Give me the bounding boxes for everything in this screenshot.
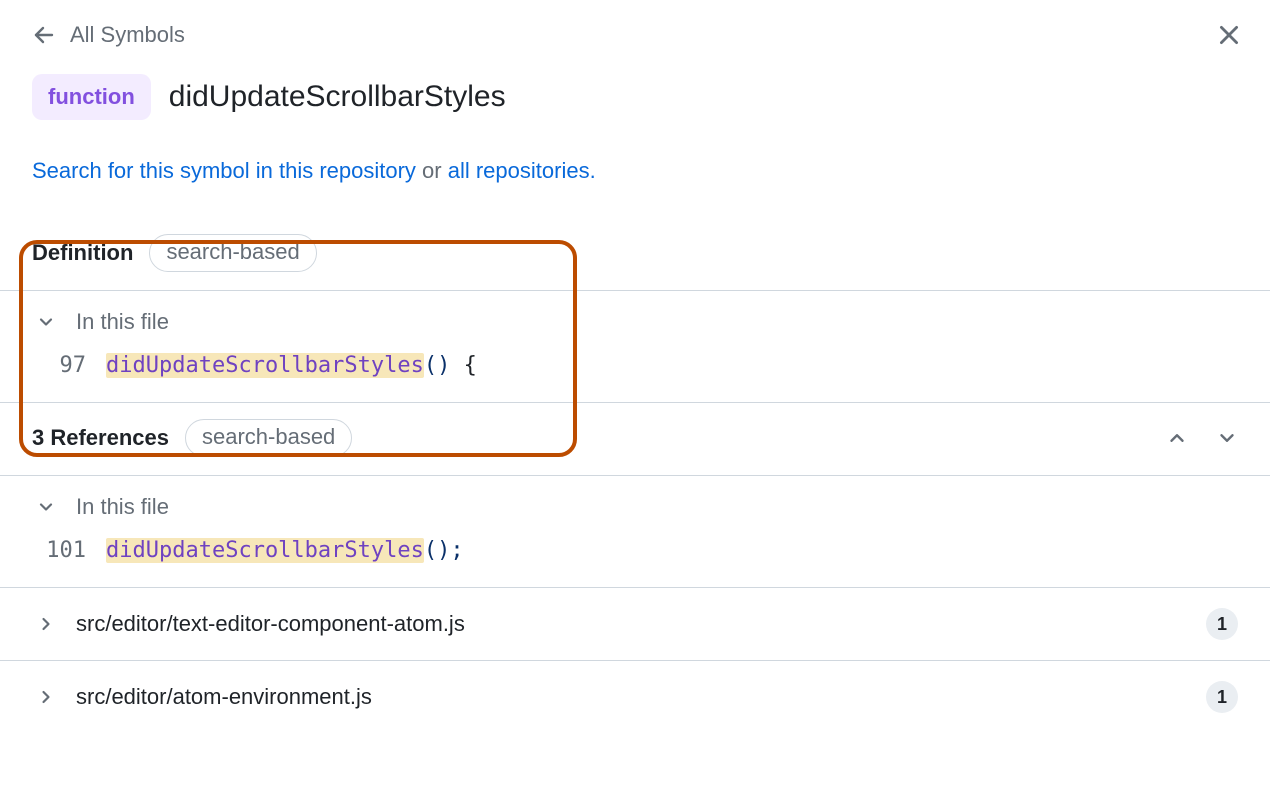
reference-code-line[interactable]: 101 didUpdateScrollbarStyles();: [0, 538, 1270, 587]
reference-file-row[interactable]: src/editor/atom-environment.js 1: [0, 660, 1270, 733]
references-group-toggle[interactable]: In this file: [0, 476, 1270, 538]
chevron-right-icon: [36, 687, 56, 707]
reference-count-badge: 1: [1206, 608, 1238, 640]
search-this-repo-link[interactable]: Search for this symbol in this repositor…: [32, 158, 416, 183]
chevron-down-icon: [36, 312, 56, 332]
reference-file-row[interactable]: src/editor/text-editor-component-atom.js…: [0, 587, 1270, 660]
references-section-header: 3 References search-based: [0, 402, 1270, 476]
definition-group-toggle[interactable]: In this file: [0, 291, 1270, 353]
reference-count-badge: 1: [1206, 681, 1238, 713]
reference-file-path: src/editor/text-editor-component-atom.js: [76, 611, 465, 637]
definition-badge: search-based: [149, 234, 316, 272]
chevron-right-icon: [36, 614, 56, 634]
or-text: or: [416, 158, 448, 183]
definition-code-line[interactable]: 97 didUpdateScrollbarStyles() {: [0, 353, 1270, 402]
back-to-all-symbols[interactable]: All Symbols: [32, 22, 185, 48]
references-prev-button[interactable]: [1166, 427, 1188, 449]
search-line: Search for this symbol in this repositor…: [0, 126, 1270, 218]
references-group-label: In this file: [76, 494, 169, 520]
symbol-name: didUpdateScrollbarStyles: [169, 80, 506, 114]
definition-group-label: In this file: [76, 309, 169, 335]
reference-code-text: didUpdateScrollbarStyles();: [106, 538, 464, 563]
definition-code-text: didUpdateScrollbarStyles() {: [106, 353, 477, 378]
close-button[interactable]: [1216, 22, 1242, 48]
references-title: 3 References: [32, 425, 169, 451]
back-label: All Symbols: [70, 22, 185, 48]
definition-line-number: 97: [42, 353, 86, 378]
chevron-down-icon: [36, 497, 56, 517]
references-badge: search-based: [185, 419, 352, 457]
definition-title: Definition: [32, 240, 133, 266]
symbol-kind-badge: function: [32, 74, 151, 120]
arrow-left-icon: [32, 23, 56, 47]
search-all-repos-link[interactable]: all repositories.: [448, 158, 596, 183]
definition-section-header: Definition search-based: [0, 218, 1270, 291]
reference-file-path: src/editor/atom-environment.js: [76, 684, 372, 710]
references-next-button[interactable]: [1216, 427, 1238, 449]
reference-line-number: 101: [42, 538, 86, 563]
